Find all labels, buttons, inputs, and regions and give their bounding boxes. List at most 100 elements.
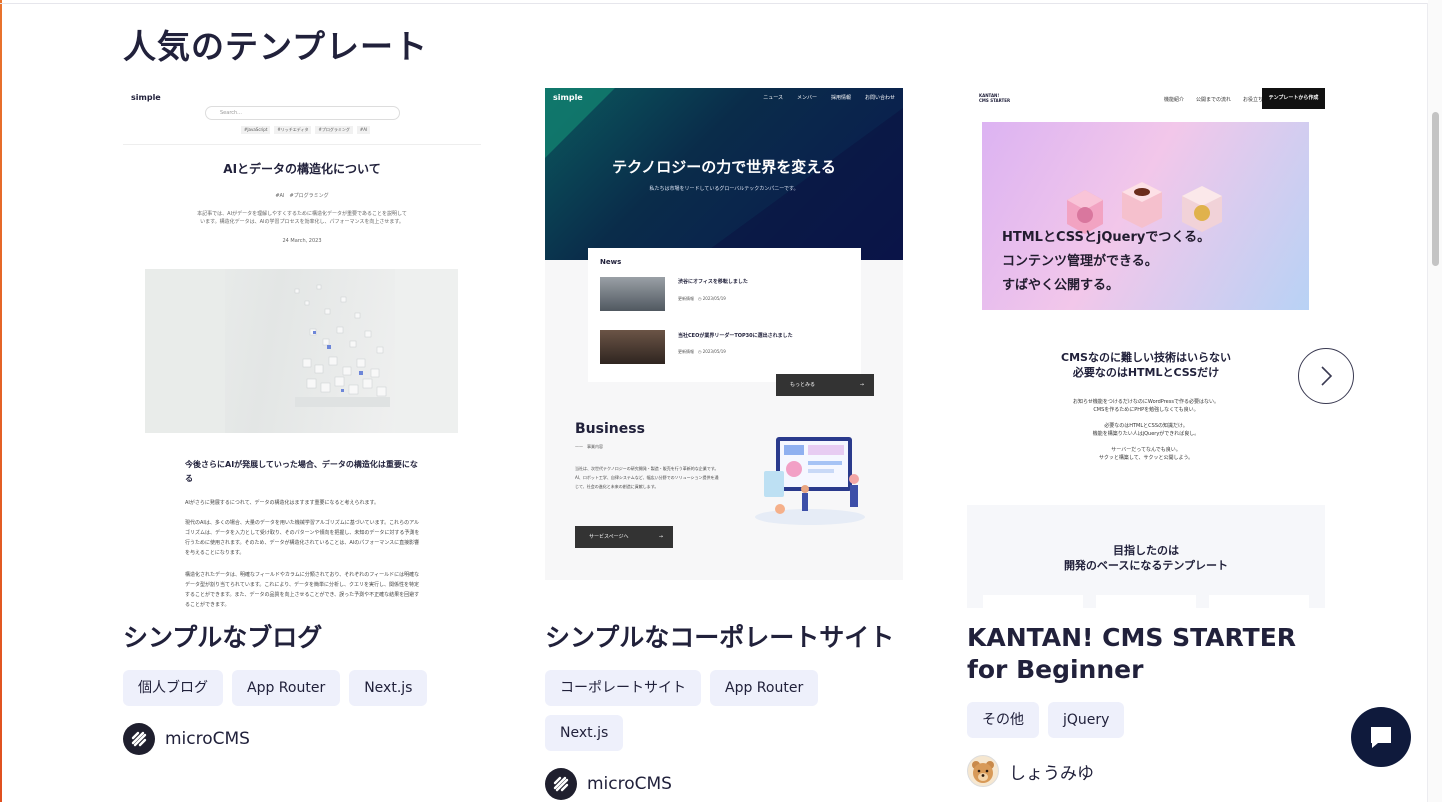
cube-render-image	[145, 269, 458, 433]
news-meta: 更新情報 ◷ 2023/05/19	[678, 296, 726, 301]
template-card-corporate[interactable]: simple ニュース メンバー 採用情報 お問い合わせ テクノロジーの力で世界…	[545, 88, 903, 800]
business-sub-label: 事業内容	[587, 444, 603, 449]
para-line: お知らせ機能をつけるだけなのにWordPressで作る必要はない。	[1073, 399, 1219, 405]
preview-cta-button: テンプレートから作成	[1262, 88, 1325, 109]
feature-card	[1209, 595, 1309, 608]
preview-heading: AIとデータの構造化について	[223, 162, 381, 176]
template-card-kantan[interactable]: KANTAN! CMS STARTER 機能紹介 公開までの流れ お役立ちコラム…	[967, 88, 1325, 787]
preview-more-button: もっとみる →	[776, 374, 874, 396]
template-preview[interactable]: simple ニュース メンバー 採用情報 お問い合わせ テクノロジーの力で世界…	[545, 88, 903, 608]
preview-news-panel: News 渋谷にオフィスを移転しました 更新情報 ◷ 2023/05/19 当社…	[588, 248, 861, 382]
news-date: 2023/05/19	[702, 296, 726, 301]
preview-paragraph: 構造化されたデータは、明確なフィールドやカラムに分類されており、それぞれのフィー…	[185, 572, 420, 608]
preview-tag-list: #JavaScript #リッチエディタ #プログラミング #AI	[241, 126, 371, 134]
card-title[interactable]: シンプルなブログ	[123, 622, 481, 654]
preview-post-tags: #AI #プログラミング	[275, 193, 329, 199]
card-title[interactable]: KANTAN! CMS STARTER for Beginner	[967, 622, 1325, 686]
preview-tag: #AI	[356, 126, 371, 134]
preview-nav-item: ニュース	[763, 95, 783, 101]
card-author[interactable]: しょうみゆ	[967, 755, 1325, 787]
arrow-right-icon: →	[658, 534, 663, 540]
microcms-logo-icon	[123, 723, 155, 755]
section-title: 人気のテンプレート	[123, 27, 429, 66]
business-text: 当社は、次世代テクノロジーの研究開発・製造・販売を行う革新的な企業です。AI、ロ…	[575, 466, 719, 489]
hero-line: すばやく公開する。	[1002, 278, 1120, 293]
preview-subheading: 今後さらにAIが発展していった場合、データの構造化は重要になる	[185, 460, 418, 483]
tag-chip[interactable]: 個人ブログ	[123, 670, 223, 706]
microcms-logo-icon	[545, 768, 577, 800]
card-title[interactable]: シンプルなコーポレートサイト	[545, 622, 903, 654]
chat-icon	[1371, 727, 1391, 748]
tag-chip[interactable]: Next.js	[545, 715, 624, 751]
tag-chip[interactable]: App Router	[710, 670, 819, 706]
preview-hero-text: HTMLとCSSとjQueryでつくる。 コンテンツ管理ができる。 すばやく公開…	[1002, 226, 1210, 298]
preview-nav-item: メンバー	[796, 95, 817, 101]
bear-avatar-icon	[967, 755, 999, 787]
preview-nav-item: 機能紹介	[1164, 97, 1185, 103]
para-line	[967, 438, 1325, 446]
template-card-blog[interactable]: simple Search... #JavaScript #リッチエディタ #プ…	[123, 88, 481, 755]
chevron-right-icon	[1321, 366, 1333, 386]
feature-card	[983, 595, 1083, 608]
preview-logo: KANTAN! CMS STARTER	[979, 93, 1010, 103]
more-label: もっとみる	[790, 382, 816, 388]
carousel-next-button[interactable]	[1298, 348, 1354, 404]
preview-tag: #リッチエディタ	[274, 126, 312, 134]
news-category: 更新情報	[678, 296, 694, 301]
preview-logo: simple	[131, 93, 161, 102]
news-heading: News	[600, 258, 622, 266]
preview-tag: #JavaScript	[241, 126, 271, 134]
feature-heading-line: 目指したのは	[1113, 544, 1179, 557]
feature-heading: 目指したのは 開発のベースになるテンプレート	[967, 543, 1325, 573]
tag-chip[interactable]: jQuery	[1048, 702, 1125, 738]
preview-nav: 機能紹介 公開までの流れ お役立ちコラム	[1164, 96, 1278, 103]
chat-button[interactable]	[1351, 707, 1411, 767]
author-name: microCMS	[165, 729, 250, 749]
arrow-right-icon: →	[859, 382, 864, 388]
preview-date: 24 March, 2023	[282, 238, 322, 244]
card-tags: その他 jQuery	[967, 702, 1325, 738]
scrollbar-thumb[interactable]	[1432, 112, 1439, 266]
preview-nav-item: 採用情報	[830, 95, 851, 101]
preview-hero-subtitle: 私たちは市場をリードしているグローバルテックカンパニーです。	[649, 186, 799, 192]
news-thumbnail	[600, 277, 665, 311]
preview-nav-item: お問い合わせ	[864, 95, 895, 101]
tag-chip[interactable]: Next.js	[349, 670, 428, 706]
tag-chip[interactable]: コーポレートサイト	[545, 670, 701, 706]
news-thumbnail	[600, 330, 665, 364]
service-label: サービスページへ	[589, 534, 629, 540]
card-tags: コーポレートサイト App Router Next.js	[545, 670, 903, 751]
preview-divider	[123, 144, 481, 145]
para-line: CMSを作るためにPHPを勉強しなくても良い。	[1093, 407, 1199, 413]
template-preview[interactable]: simple Search... #JavaScript #リッチエディタ #プ…	[123, 88, 481, 608]
preview-paragraph: 現代のAIは、多くの場合、大量のデータを用いた機械学習アルゴリズムに基づいていま…	[185, 520, 420, 556]
preview-logo: simple	[553, 93, 583, 102]
heading-line: 必要なのはHTMLとCSSだけ	[1072, 366, 1220, 379]
para-line: サクッと構築して、サクッと公開しよう。	[1098, 455, 1194, 461]
preview-nav: ニュース メンバー 採用情報 お問い合わせ	[763, 94, 895, 101]
preview-paragraph: お知らせ機能をつけるだけなのにWordPressで作る必要はない。 CMSを作る…	[967, 398, 1325, 462]
card-author[interactable]: microCMS	[123, 723, 481, 755]
preview-hero-image	[145, 269, 458, 433]
heading-line: CMSなのに難しい技術はいらない	[1061, 351, 1231, 364]
news-date: 2023/05/19	[702, 349, 726, 354]
hero-line: HTMLとCSSとjQueryでつくる。	[1002, 230, 1211, 245]
feature-heading-line: 開発のベースになるテンプレート	[1063, 559, 1229, 572]
news-title: 当社CEOが業界リーダーTOP30に選出されました	[678, 333, 793, 339]
author-name: しょうみゆ	[1009, 763, 1094, 784]
window-edge-accent	[0, 0, 2, 802]
author-name: microCMS	[587, 774, 672, 794]
preview-hero: simple ニュース メンバー 採用情報 お問い合わせ テクノロジーの力で世界…	[545, 88, 903, 260]
preview-nav-item: 公開までの流れ	[1196, 97, 1232, 103]
news-category: 更新情報	[678, 349, 694, 354]
preview-heading: CMSなのに難しい技術はいらない 必要なのはHTMLとCSSだけ	[967, 350, 1325, 380]
tag-chip[interactable]: その他	[967, 702, 1039, 738]
template-preview[interactable]: KANTAN! CMS STARTER 機能紹介 公開までの流れ お役立ちコラム…	[967, 88, 1325, 608]
dashboard-illustration	[755, 437, 865, 525]
para-line: 機能を構築りたい人はjQueryができれば良し。	[1092, 431, 1200, 437]
card-author[interactable]: microCMS	[545, 768, 903, 800]
business-heading: Business	[575, 421, 645, 437]
para-line: サーバーだってなんでも良い。	[1111, 447, 1181, 453]
preview-tag: #プログラミング	[315, 126, 353, 134]
tag-chip[interactable]: App Router	[232, 670, 341, 706]
